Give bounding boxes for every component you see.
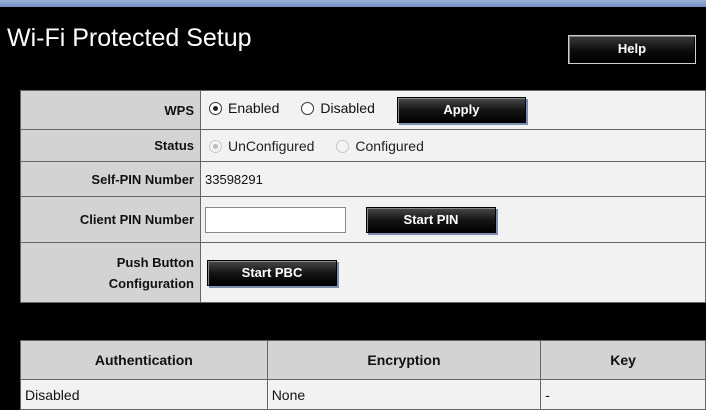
wps-enabled-label[interactable]: Enabled [228,100,279,116]
push-button-value: Start PBC [200,242,706,303]
wps-disabled-label[interactable]: Disabled [320,100,374,116]
push-button-label-line2: Configuration [108,276,194,291]
column-header-authentication: Authentication [20,340,268,380]
table-row: Disabled None - [20,379,706,410]
wps-settings-table: WPS Enabled Disabled Apply Status UnConfig… [20,90,706,303]
page-title: Wi-Fi Protected Setup [7,24,252,52]
status-configured-label: Configured [355,137,424,154]
push-button-row: Push Button Configuration Start PBC [20,242,706,303]
status-unconfigured-radio [209,139,222,153]
self-pin-value: 33598291 [200,161,706,197]
start-pbc-button[interactable]: Start PBC [207,259,337,286]
wps-label: WPS [20,90,201,130]
column-header-encryption: Encryption [266,340,542,380]
help-button[interactable]: Help [568,35,696,64]
client-pin-input[interactable] [205,206,346,233]
status-label: Status [20,129,201,162]
start-pin-button[interactable]: Start PIN [366,206,496,233]
wps-enabled-radio[interactable] [209,102,222,116]
top-accent-bar [0,0,706,7]
security-table: Authentication Encryption Key Disabled N… [20,340,706,410]
key-cell: - [540,379,706,410]
client-pin-label: Client PIN Number [20,196,201,243]
wps-row: WPS Enabled Disabled Apply [20,90,706,130]
client-pin-value: Start PIN [200,196,706,243]
self-pin-label: Self-PIN Number [20,161,201,197]
encryption-cell: None [266,379,542,410]
wps-disabled-radio[interactable] [301,102,315,116]
push-button-label-line1: Push Button [116,255,194,270]
apply-button[interactable]: Apply [396,97,526,123]
status-configured-radio [336,139,350,153]
client-pin-row: Client PIN Number Start PIN [20,196,706,243]
push-button-label: Push Button Configuration [20,242,201,303]
self-pin-row: Self-PIN Number 33598291 [20,161,706,197]
wps-value: Enabled Disabled Apply [200,90,706,130]
status-row: Status UnConfigured Configured [20,129,706,162]
status-unconfigured-label: UnConfigured [228,137,315,154]
status-value: UnConfigured Configured [200,129,706,162]
authentication-cell: Disabled [20,379,268,410]
security-table-header: Authentication Encryption Key [20,340,706,380]
column-header-key: Key [540,340,706,380]
